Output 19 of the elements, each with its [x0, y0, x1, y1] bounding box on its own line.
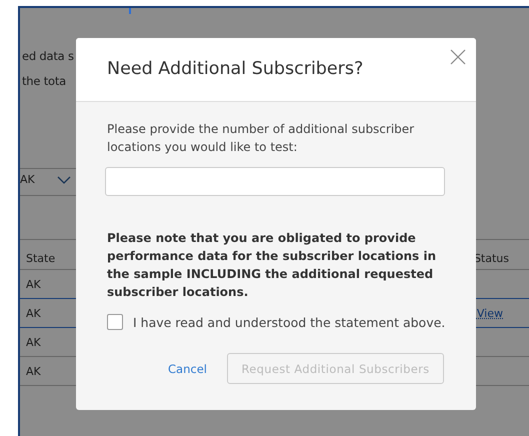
chevron-down-icon — [56, 176, 71, 184]
table-cell: AK — [26, 306, 41, 320]
prompt-text: Please provide the number of additional subscriber locations you would like to test: — [107, 121, 416, 156]
column-header: State — [26, 252, 56, 267]
intro-text: the tota — [22, 73, 66, 90]
table-cell: AK — [26, 336, 41, 348]
close-icon[interactable] — [450, 49, 466, 65]
state-dropdown[interactable]: AK — [20, 169, 80, 186]
cancel-button[interactable]: Cancel — [168, 362, 207, 376]
intro-text: ed data s — [22, 48, 74, 65]
checkbox-label: I have read and understood the statement above. — [133, 314, 446, 330]
notice-text: Please note that you are obligated to provide performance data for the subscriber locations in the sample INCLUDING the additional requested subscriber locations. — [107, 230, 438, 301]
table-cell: AK — [26, 278, 41, 290]
subscriber-count-field[interactable] — [105, 167, 445, 196]
view-link[interactable]: View — [476, 306, 503, 320]
table-cell: AK — [26, 364, 41, 378]
column-header: Status — [474, 252, 509, 267]
checkbox[interactable] — [107, 314, 123, 330]
dialog-title: Need Additional Subscribers? — [107, 59, 364, 79]
